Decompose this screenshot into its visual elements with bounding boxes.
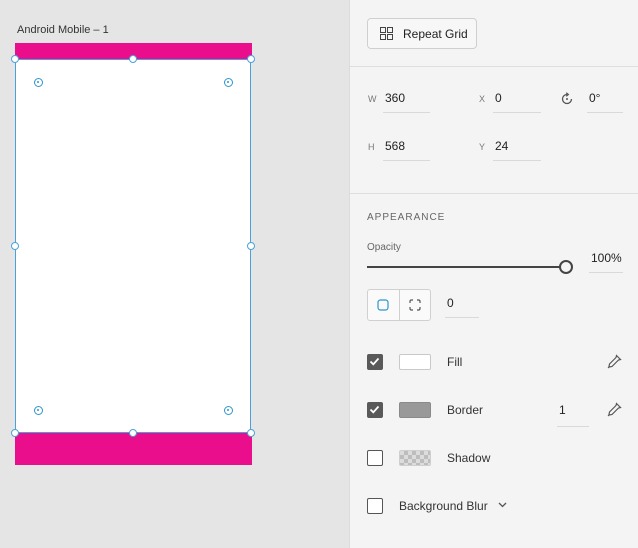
rotate-icon (561, 92, 573, 105)
resize-handle-bottom-right[interactable] (247, 429, 255, 437)
repeat-grid-section: Repeat Grid (350, 0, 638, 67)
transform-section: W 360 X 0 0° H 568 Y 24 (350, 67, 638, 194)
resize-handle-bottom[interactable] (129, 429, 137, 437)
shadow-label: Shadow (447, 451, 491, 465)
shadow-color-swatch[interactable] (399, 450, 431, 466)
resize-handle-top-left[interactable] (11, 55, 19, 63)
border-label: Border (447, 403, 484, 417)
border-width-field[interactable]: 1 (557, 403, 589, 427)
chevron-down-icon[interactable] (498, 502, 507, 508)
resize-handle-left[interactable] (11, 242, 19, 250)
repeat-grid-icon (380, 27, 393, 40)
rounded-square-icon (377, 299, 389, 311)
height-field[interactable]: 568 (383, 139, 430, 161)
selected-rectangle[interactable] (15, 59, 251, 433)
property-inspector: Repeat Grid W 360 X 0 0° H 568 Y 24 APPE… (349, 0, 638, 548)
design-canvas[interactable]: Android Mobile – 1 (0, 0, 348, 548)
resize-handle-top-right[interactable] (247, 55, 255, 63)
resize-handle-bottom-left[interactable] (11, 429, 19, 437)
background-blur-checkbox[interactable] (367, 498, 383, 514)
eyedropper-icon[interactable] (606, 402, 622, 418)
fill-label: Fill (447, 355, 463, 369)
per-corner-radius-button[interactable] (398, 290, 431, 320)
fill-checkbox[interactable] (367, 354, 383, 370)
height-label: H (368, 142, 375, 152)
corner-radius-mode-toggle (367, 289, 431, 321)
border-checkbox[interactable] (367, 402, 383, 418)
y-label: Y (479, 142, 486, 152)
opacity-label: Opacity (367, 242, 401, 253)
fill-color-swatch[interactable] (399, 354, 431, 370)
opacity-slider-thumb[interactable] (559, 260, 573, 274)
artboard-title[interactable]: Android Mobile – 1 (17, 24, 109, 36)
bottom-bar-rectangle[interactable] (15, 433, 252, 465)
rotation-field[interactable]: 0° (587, 91, 623, 113)
border-color-swatch[interactable] (399, 402, 431, 418)
width-field[interactable]: 360 (383, 91, 430, 113)
background-blur-label: Background Blur (399, 499, 488, 513)
width-label: W (368, 94, 377, 104)
check-icon (369, 405, 380, 414)
opacity-slider-track[interactable] (367, 266, 567, 268)
shadow-checkbox[interactable] (367, 450, 383, 466)
resize-handle-top[interactable] (129, 55, 137, 63)
eyedropper-icon[interactable] (606, 354, 622, 370)
corners-icon (409, 299, 421, 311)
uniform-radius-button[interactable] (368, 290, 399, 320)
corner-radius-handle-bottom-right[interactable] (223, 405, 233, 415)
check-icon (369, 357, 380, 366)
x-field[interactable]: 0 (493, 91, 541, 113)
repeat-grid-label: Repeat Grid (403, 26, 468, 41)
repeat-grid-button[interactable]: Repeat Grid (367, 18, 477, 49)
corner-radius-handle-top-left[interactable] (33, 77, 43, 87)
corner-radius-field[interactable]: 0 (445, 296, 479, 318)
corner-radius-handle-bottom-left[interactable] (33, 405, 43, 415)
x-label: X (479, 94, 486, 104)
appearance-title: APPEARANCE (367, 212, 446, 223)
corner-radius-handle-top-right[interactable] (223, 77, 233, 87)
opacity-field[interactable]: 100% (589, 251, 623, 273)
y-field[interactable]: 24 (493, 139, 541, 161)
resize-handle-right[interactable] (247, 242, 255, 250)
